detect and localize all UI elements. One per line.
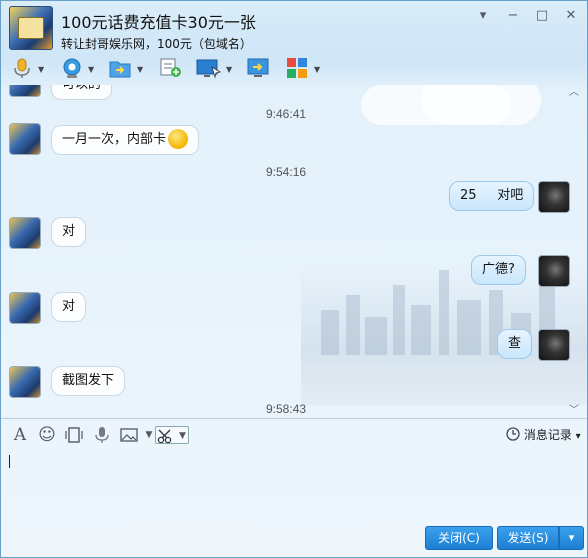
image-icon[interactable] [120,426,138,444]
chat-toolbar: ▼ ▼ ▼ ▼ ▼ [1,55,587,85]
close-window-button[interactable]: ✕ [560,7,582,25]
voice-message-icon[interactable] [93,426,111,444]
input-toolbar: A ☺ ▼ ▼ 消息记录 ▾ [1,421,587,449]
my-avatar[interactable] [538,255,570,287]
chevron-down-icon[interactable]: ▼ [38,65,44,74]
chevron-down-icon[interactable]: ▼ [226,65,232,74]
close-button[interactable]: 关闭(C) [425,526,493,550]
message-timestamp: 9:58:43 [266,402,307,416]
message-scrollbar[interactable]: ︿ ﹀ [567,85,581,419]
message-timestamp: 9:46:41 [266,107,307,121]
history-label: 消息记录 [523,428,572,442]
message-input[interactable] [1,449,587,521]
message-bubble: 25 对吧 [449,181,535,211]
clock-icon [506,427,520,441]
maximize-button[interactable]: □ [531,7,553,25]
file-transfer-icon [109,57,131,79]
chevron-down-icon[interactable]: ▼ [88,65,94,74]
screenshot-button[interactable]: ▼ [155,426,189,444]
message-text: 一月一次，内部卡 [62,132,167,147]
contact-avatar[interactable] [9,123,41,155]
message-timestamp: 9:54:16 [266,165,307,179]
contact-avatar[interactable] [9,85,41,97]
chevron-down-icon[interactable]: ▼ [179,427,186,445]
divider [1,418,587,419]
screen-share-icon [247,57,269,79]
message-bubble: 广德? [471,255,526,285]
contact-avatar[interactable] [9,6,53,50]
message-bubble: 可以的 [51,85,113,100]
send-button[interactable]: 发送(S) [497,526,559,550]
minimize-button[interactable]: − [502,7,524,25]
chevron-down-icon[interactable]: ▼ [137,65,143,74]
window-header: 100元话费充值卡30元一张 转让封哥娱乐网，100元（包域名） ▾ − □ ✕ [1,1,587,55]
message-bubble: 对 [51,217,87,247]
message-bubble: 查 [497,329,533,359]
emoji-icon [168,128,189,149]
message-text: 25 对吧 [460,188,524,203]
contact-title: 100元话费充值卡30元一张 [61,13,256,32]
contact-signature: 转让封哥娱乐网，100元（包域名） [61,37,252,51]
message-bubble: 对 [51,292,87,322]
scroll-up-icon[interactable]: ︿ [567,87,581,99]
camera-icon [61,57,83,79]
text-caret [9,455,10,468]
my-avatar[interactable] [538,329,570,361]
scissors-icon [157,429,172,444]
message-history-button[interactable]: 消息记录 ▾ [506,426,581,444]
shake-window-icon[interactable] [65,426,83,444]
menu-dropdown-icon[interactable]: ▾ [472,7,494,25]
chat-window: 100元话费充值卡30元一张 转让封哥娱乐网，100元（包域名） ▾ − □ ✕… [0,0,588,558]
emoji-icon[interactable]: ☺ [38,426,56,444]
my-avatar[interactable] [538,181,570,213]
remote-desktop-icon [196,57,222,79]
contact-avatar[interactable] [9,292,41,324]
contact-avatar[interactable] [9,366,41,398]
add-note-icon [159,57,181,79]
message-list[interactable]: 可以的 9:46:41 一月一次，内部卡 9:54:16 25 对吧 对 广德?… [1,85,587,419]
message-bubble: 一月一次，内部卡 [51,125,200,155]
apps-icon [286,57,308,79]
microphone-icon [11,57,33,79]
font-icon[interactable]: A [11,426,29,444]
chevron-down-icon[interactable]: ▾ [576,431,581,442]
scroll-down-icon[interactable]: ﹀ [567,405,581,417]
message-bubble: 截图发下 [51,366,126,396]
send-options-dropdown[interactable]: ▾ [559,526,584,550]
contact-avatar[interactable] [9,217,41,249]
chevron-down-icon[interactable]: ▼ [314,65,320,74]
